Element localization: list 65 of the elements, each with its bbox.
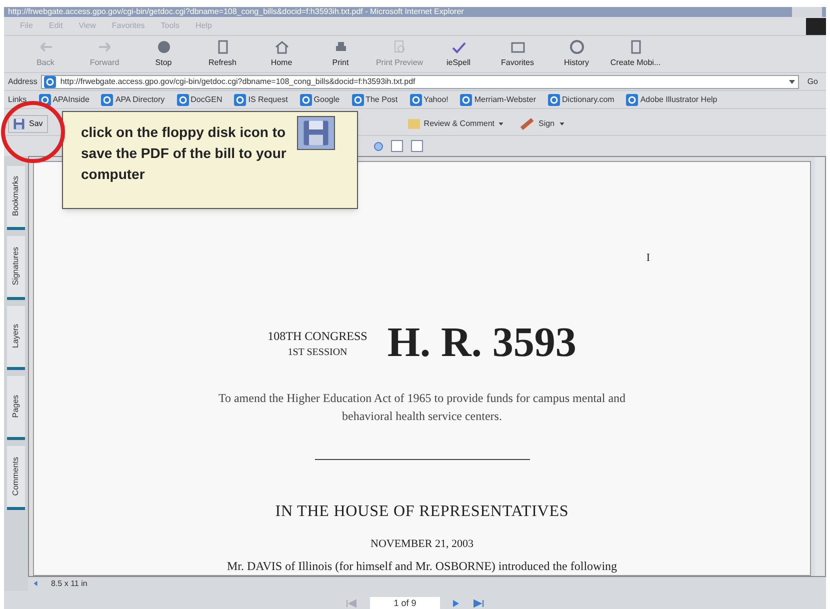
- link-item[interactable]: APAInside: [38, 94, 90, 106]
- last-page-icon[interactable]: [472, 599, 484, 608]
- link-item[interactable]: Yahoo!: [410, 94, 448, 106]
- address-label: Address: [8, 76, 38, 88]
- save-button[interactable]: Sav: [8, 114, 48, 132]
- radio-icon: [374, 142, 383, 150]
- date-label: NOVEMBER 21, 2003: [370, 537, 474, 552]
- session-label: 1ST SESSION: [288, 346, 348, 360]
- link-item[interactable]: Google: [300, 94, 340, 106]
- page-number-field[interactable]: 1 of 9: [370, 596, 440, 609]
- link-item[interactable]: Dictionary.com: [548, 94, 614, 106]
- browser-icon: [460, 94, 472, 106]
- intro-text: Mr. DAVIS of Illinois (for himself and Mr. OSBORNE) introduced the following: [226, 558, 618, 574]
- links-label: Links: [8, 94, 27, 106]
- browser-icon: [101, 94, 114, 106]
- go-button[interactable]: Go: [803, 76, 822, 88]
- stop-icon: [156, 39, 172, 55]
- callout-box: click on the floppy disk icon to save the PDF of the bill to your computer: [62, 111, 358, 209]
- toolbar-button[interactable]: History: [547, 39, 606, 69]
- toolbar-button[interactable]: Stop: [134, 39, 193, 69]
- browser-icon: [234, 94, 246, 106]
- scroll-left-icon: [32, 580, 39, 587]
- browser-icon: [548, 94, 560, 106]
- link-item[interactable]: DocGEN: [176, 94, 222, 106]
- chamber-heading: IN THE HOUSE OF REPRESENTATIVES: [275, 502, 569, 522]
- browser-icon: [176, 94, 189, 106]
- link-item[interactable]: APA Directory: [101, 94, 165, 106]
- toolbar-button[interactable]: Home: [252, 39, 311, 69]
- toolbar-button[interactable]: ieSpell: [429, 39, 488, 69]
- link-item[interactable]: The Post: [352, 94, 398, 106]
- caret-icon: [498, 120, 504, 126]
- caret-icon: [558, 120, 564, 126]
- magnifier-page-icon: [392, 39, 408, 55]
- review-comment-button[interactable]: Review & Comment: [404, 114, 508, 132]
- browser-icon: [410, 94, 422, 106]
- side-tab[interactable]: Signatures: [7, 236, 25, 300]
- home-icon: [274, 39, 290, 55]
- side-tab[interactable]: Bookmarks: [7, 166, 25, 230]
- side-tab[interactable]: Pages: [7, 376, 25, 440]
- link-item[interactable]: Adobe Illustrator Help: [626, 94, 718, 106]
- window-title: http://frwebgate.access.gpo.gov/cgi-bin/getdoc.cgi?dbname=108_cong_bills&docid=f:h3593ih.txt.pdf - Microsoft Internet Explorer: [8, 7, 464, 17]
- windows-logo-icon: [806, 18, 826, 34]
- dropdown-icon[interactable]: [788, 78, 796, 86]
- next-page-icon[interactable]: [452, 599, 460, 608]
- bill-number: H. R. 3593: [387, 319, 576, 368]
- bill-summary: To amend the Higher Education Act of 1965 to provide funds for campus mental and behavioral health service centers.: [217, 390, 627, 425]
- toolbar-button[interactable]: Favorites: [488, 39, 547, 69]
- side-tab[interactable]: Layers: [7, 306, 25, 370]
- page-mark: I: [646, 251, 650, 266]
- side-tab[interactable]: Comments: [7, 446, 25, 510]
- browser-icon: [626, 94, 638, 106]
- link-item[interactable]: IS Request: [234, 94, 288, 106]
- toolbar-button[interactable]: Create Mobi...: [606, 39, 665, 69]
- toolbar-button[interactable]: Refresh: [193, 39, 252, 69]
- browser-icon: [352, 94, 364, 106]
- address-field[interactable]: http://frwebgate.access.gpo.gov/cgi-bin/getdoc.cgi?dbname=108_cong_bills&docid=f:h3593ih.txt.pdf: [41, 74, 800, 88]
- toolbar-button[interactable]: Print: [311, 39, 370, 69]
- link-item[interactable]: Merriam-Webster: [460, 94, 536, 106]
- browser-icon: [44, 76, 56, 88]
- page-size-label: 8.5 x 11 in: [51, 578, 88, 590]
- note-icon: [408, 118, 420, 128]
- browser-icon: [300, 94, 312, 106]
- sign-button[interactable]: Sign: [516, 114, 568, 132]
- congress-label: 108TH CONGRESS: [268, 328, 368, 345]
- first-page-icon[interactable]: [346, 599, 358, 608]
